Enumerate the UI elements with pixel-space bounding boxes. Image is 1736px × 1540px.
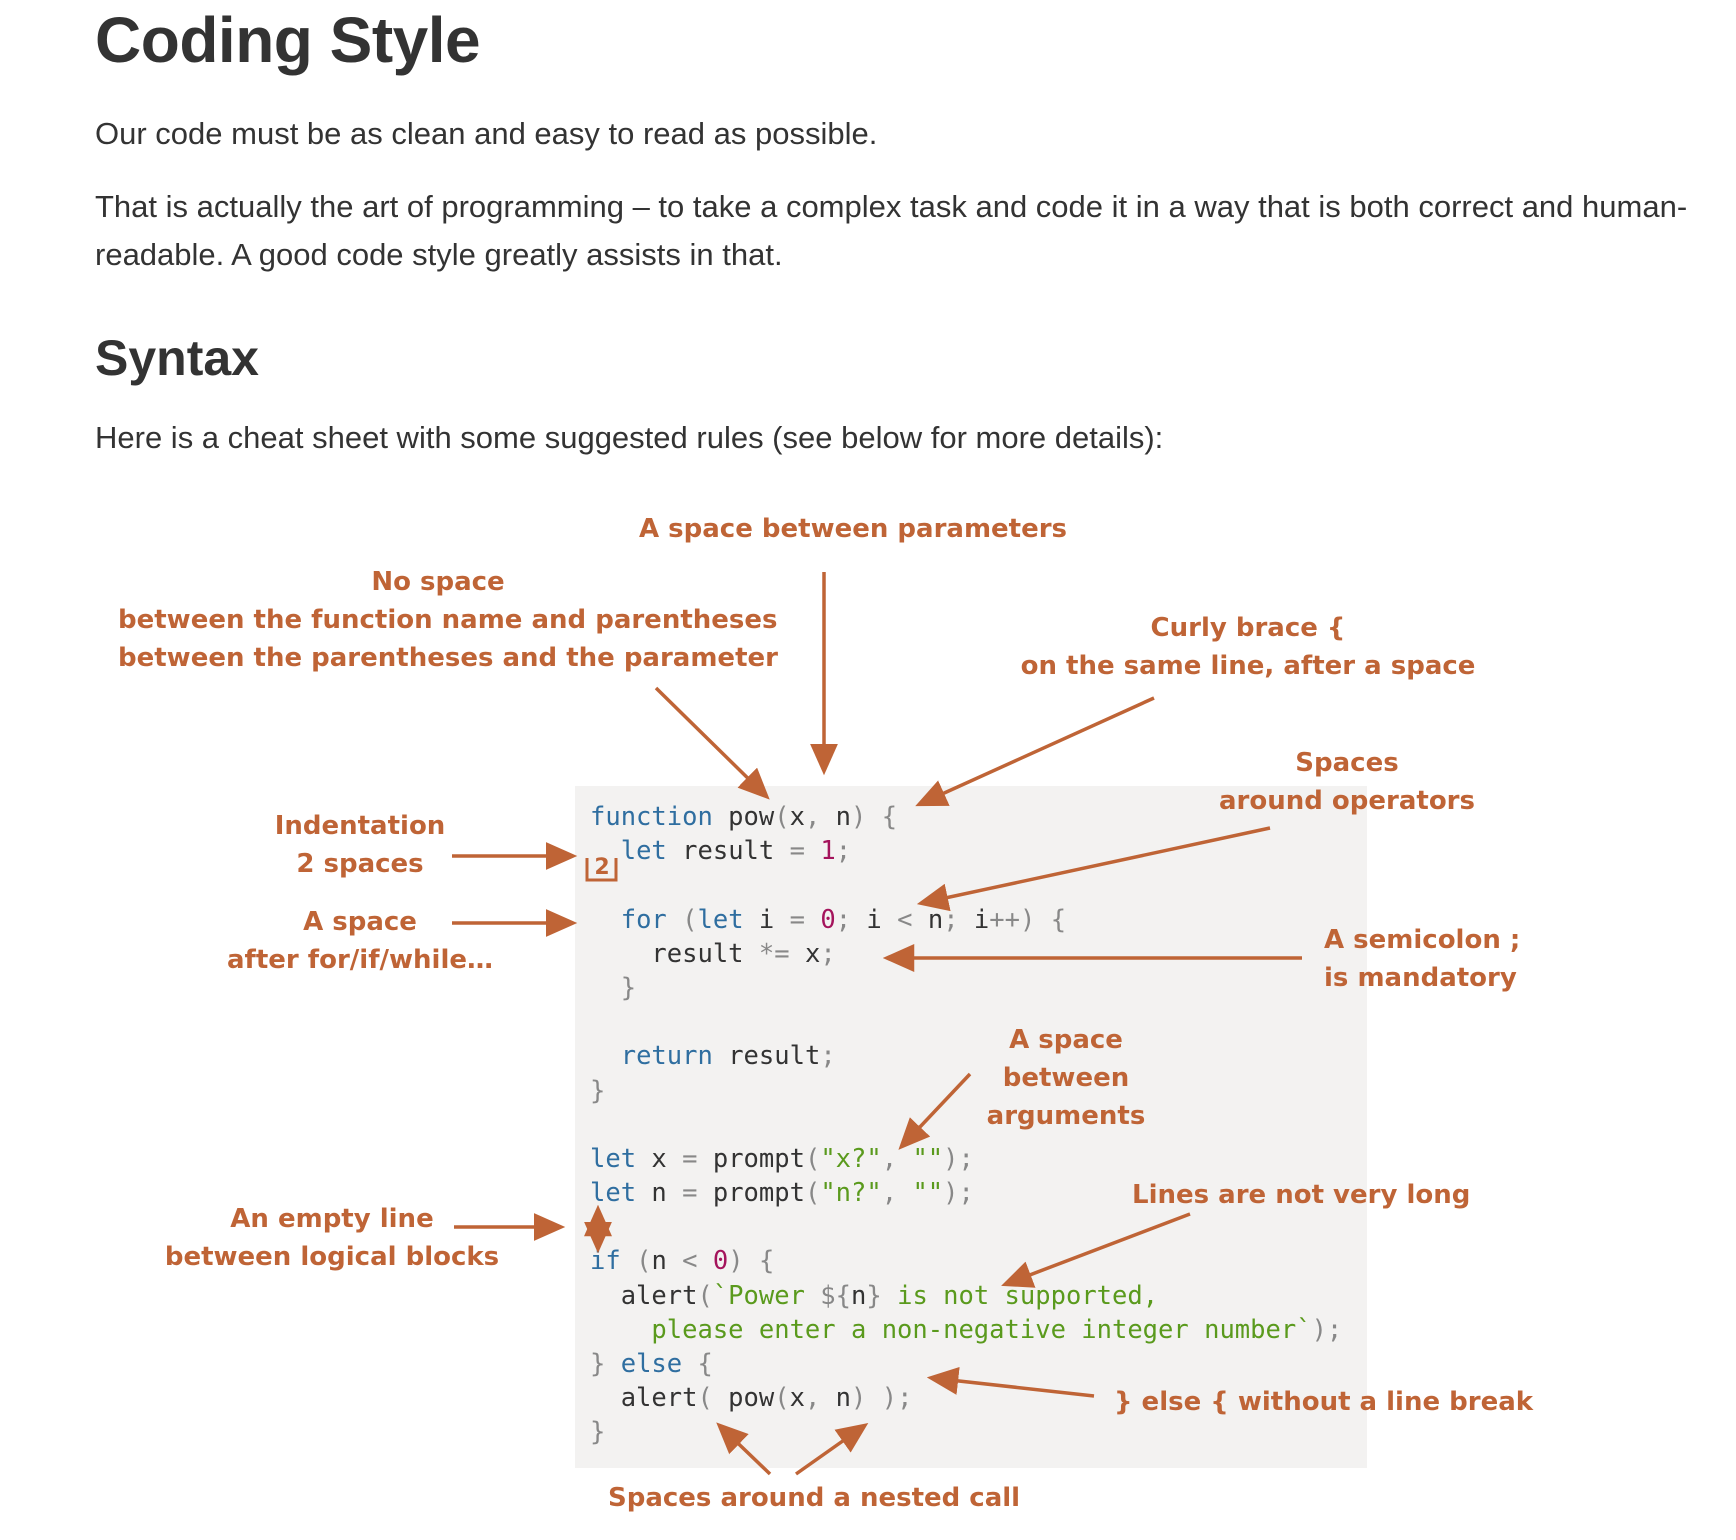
arrow-nested-call-left xyxy=(716,1422,772,1476)
arrow-space-args xyxy=(898,1072,972,1150)
annotation-nested-call-text: Spaces around a nested call xyxy=(608,1483,1021,1513)
annotation-indentation-line2: 2 spaces xyxy=(296,849,424,879)
annotation-space-args-line1: A space xyxy=(1009,1025,1123,1055)
annotation-curly-brace-line2: on the same line, after a space xyxy=(1020,651,1476,681)
annotation-no-space: No space between the function name and p… xyxy=(118,563,778,677)
annotation-indentation-line1: Indentation xyxy=(274,811,446,841)
annotation-space-after-for-line1: A space xyxy=(303,907,417,937)
annotation-curly-brace: Curly brace { on the same line, after a … xyxy=(1018,609,1478,685)
indent-badge: 2 xyxy=(594,855,609,880)
annotation-lines-long: Lines are not very long xyxy=(1132,1176,1470,1214)
annotation-semicolon-line2: is mandatory xyxy=(1324,963,1517,993)
annotation-space-between-params: A space between parameters xyxy=(639,510,1067,548)
annotation-else-brace-text: } else { without a line break xyxy=(1114,1387,1534,1417)
annotation-indentation: Indentation 2 spaces xyxy=(260,807,460,883)
annotation-empty-line: An empty line between logical blocks xyxy=(164,1200,500,1276)
annotation-semicolon: A semicolon ; is mandatory xyxy=(1324,921,1520,997)
annotation-no-space-line2: between the function name and parenthese… xyxy=(118,605,778,635)
arrow-curly-brace xyxy=(915,696,1155,807)
annotation-empty-line-line2: between logical blocks xyxy=(164,1242,500,1272)
annotation-spaces-operators-line1: Spaces xyxy=(1295,748,1399,778)
annotation-nested-call: Spaces around a nested call xyxy=(608,1479,1020,1517)
annotation-lines-long-text: Lines are not very long xyxy=(1132,1180,1471,1210)
arrow-lines-long xyxy=(1001,1212,1191,1288)
annotation-space-args-line3: arguments xyxy=(986,1101,1146,1131)
annotation-empty-line-line1: An empty line xyxy=(230,1204,434,1234)
annotation-else-brace: } else { without a line break xyxy=(1114,1383,1533,1421)
annotation-no-space-line1: No space xyxy=(371,567,505,597)
annotation-spaces-operators: Spaces around operators xyxy=(1212,744,1482,820)
annotation-no-space-line3: between the parentheses and the paramete… xyxy=(118,643,778,673)
annotation-space-after-for-line2: after for/if/while… xyxy=(227,945,493,975)
annotation-space-args-line2: between xyxy=(1002,1063,1130,1093)
annotation-space-args: A space between arguments xyxy=(966,1021,1166,1135)
annotation-space-between-params-text: A space between parameters xyxy=(639,514,1068,544)
arrow-else-brace xyxy=(926,1366,1095,1398)
annotation-space-after-for: A space after for/if/while… xyxy=(222,903,498,979)
arrow-nested-call-right xyxy=(794,1422,869,1476)
annotation-curly-brace-line1: Curly brace { xyxy=(1150,613,1346,643)
annotation-spaces-operators-line2: around operators xyxy=(1219,786,1475,816)
annotation-semicolon-line1: A semicolon ; xyxy=(1324,925,1521,955)
arrow-no-space xyxy=(654,686,770,800)
arrow-spaces-operators xyxy=(916,826,1271,912)
